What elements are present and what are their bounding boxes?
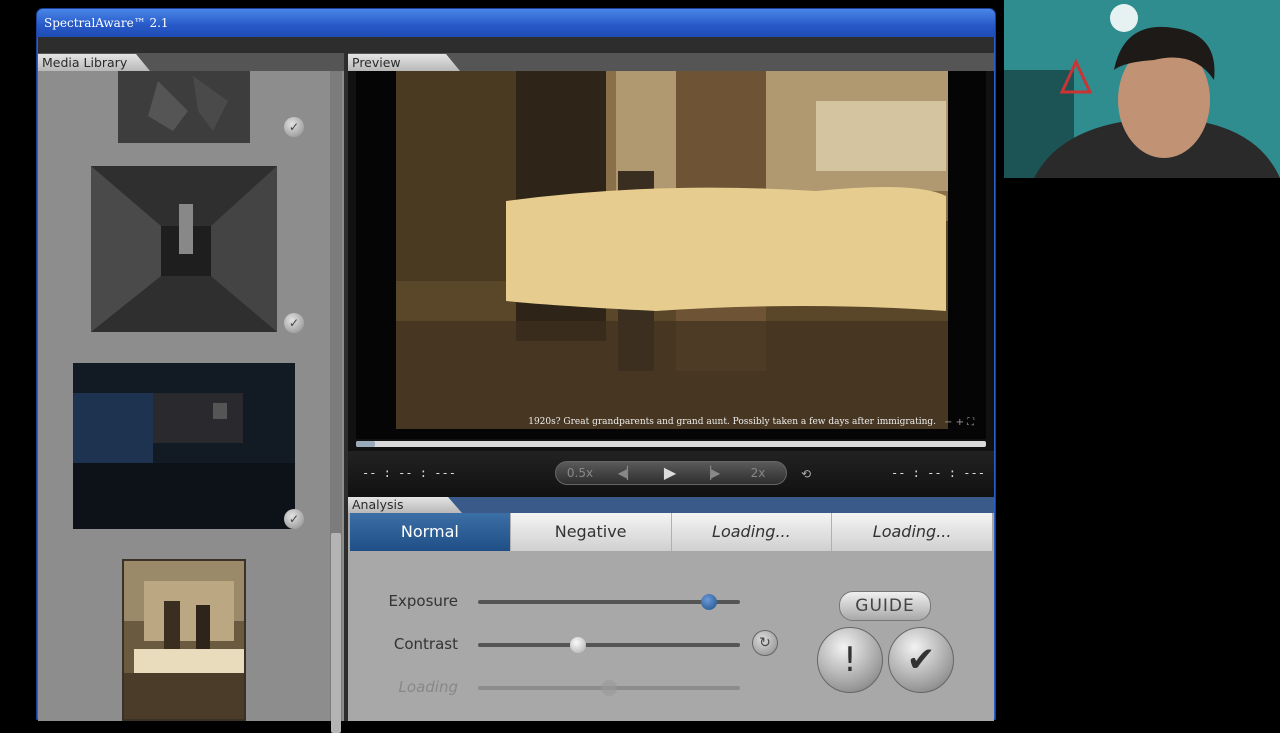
step-back-icon[interactable]: ◀▏	[612, 462, 642, 484]
seek-progress	[356, 441, 375, 447]
exposure-label: Exposure	[388, 592, 458, 610]
thumbnail-check-icon[interactable]: ✓	[284, 509, 304, 529]
webcam-image	[1004, 0, 1280, 178]
loading-slider-label: Loading	[398, 678, 458, 696]
library-thumbnail[interactable]	[73, 363, 295, 529]
step-forward-icon[interactable]: ▕▶	[696, 462, 726, 484]
thumbnail-check-icon[interactable]: ✓	[284, 313, 304, 333]
app-window: SpectralAware™ 2.1 Media Library ✓ ✓ ✓ P…	[36, 8, 996, 733]
guide-button[interactable]: GUIDE	[839, 591, 931, 621]
analysis-tab[interactable]: Analysis	[348, 497, 462, 513]
preview-image-area[interactable]: 1920s? Great grandparents and grand aunt…	[356, 71, 986, 439]
preview-tab[interactable]: Preview	[348, 54, 460, 71]
mode-loading-2[interactable]: Loading...	[832, 513, 992, 551]
webcam-overlay	[1004, 0, 1280, 178]
thumbnail-check-icon[interactable]: ✓	[284, 117, 304, 137]
zoom-in-icon[interactable]: +	[956, 417, 964, 428]
mode-loading-1[interactable]: Loading...	[672, 513, 833, 551]
library-scrollbar[interactable]	[330, 71, 342, 733]
thumbnail-image	[118, 71, 250, 143]
zoom-controls[interactable]: − + ⛶	[944, 417, 984, 431]
title-bar: SpectralAware™ 2.1	[37, 9, 995, 37]
contrast-slider[interactable]	[478, 637, 740, 653]
media-library-tabbar: Media Library	[38, 53, 344, 71]
fullscreen-icon[interactable]: ⛶	[967, 417, 974, 428]
confirm-checkmark-icon[interactable]: ✔	[888, 627, 954, 693]
library-thumbnail-selected[interactable]	[122, 559, 246, 721]
loop-icon[interactable]: ⟲	[794, 463, 818, 485]
exclamation-icon[interactable]: !	[817, 627, 883, 693]
fast-speed-button[interactable]: 2x	[738, 462, 778, 484]
media-library-tab[interactable]: Media Library	[38, 54, 150, 71]
transport-bar: -- : -- : --- 0.5x ◀▏ ▶ ▕▶ 2x ⟲ -- : -- …	[348, 451, 994, 497]
mode-negative[interactable]: Negative	[511, 513, 672, 551]
app-client-area: Media Library ✓ ✓ ✓ Preview 1920s? Great…	[38, 37, 994, 733]
loading-slider-knob	[601, 680, 617, 696]
exposure-slider-knob[interactable]	[700, 594, 717, 610]
time-elapsed: -- : -- : ---	[362, 466, 456, 480]
zoom-out-icon[interactable]: −	[944, 417, 952, 428]
exposure-slider[interactable]	[478, 594, 740, 610]
preview-panel: Preview 1920s? Great grandparents and gr…	[348, 53, 994, 497]
library-scrollbar-thumb[interactable]	[331, 533, 341, 733]
playback-controls: 0.5x ◀▏ ▶ ▕▶ 2x	[555, 461, 787, 485]
thumbnail-image	[124, 561, 244, 719]
seek-bar[interactable]	[356, 441, 986, 447]
media-library-panel: Media Library ✓ ✓ ✓	[38, 53, 344, 733]
slow-speed-button[interactable]: 0.5x	[560, 462, 600, 484]
contrast-slider-knob[interactable]	[569, 637, 586, 653]
library-thumbnail[interactable]	[91, 166, 277, 332]
window-title: SpectralAware™ 2.1	[44, 16, 169, 30]
play-icon[interactable]: ▶	[654, 462, 686, 484]
preview-tabbar: Preview	[348, 53, 994, 71]
photo-caption: 1920s? Great grandparents and grand aunt…	[528, 417, 936, 427]
contrast-label: Contrast	[393, 635, 458, 653]
mode-selector: Normal Negative Loading... Loading...	[350, 513, 992, 551]
analysis-tabbar: Analysis	[348, 497, 994, 513]
library-thumbnail[interactable]	[118, 71, 250, 143]
thumbnail-image	[91, 166, 277, 332]
preview-photo	[356, 71, 986, 439]
loading-slider	[478, 680, 740, 696]
time-remaining: -- : -- : ---	[891, 466, 985, 480]
mode-normal[interactable]: Normal	[350, 513, 511, 551]
thumbnail-image	[73, 363, 295, 529]
analysis-panel: Analysis Normal Negative Loading... Load…	[348, 497, 994, 721]
reset-icon[interactable]: ↻	[752, 630, 778, 656]
